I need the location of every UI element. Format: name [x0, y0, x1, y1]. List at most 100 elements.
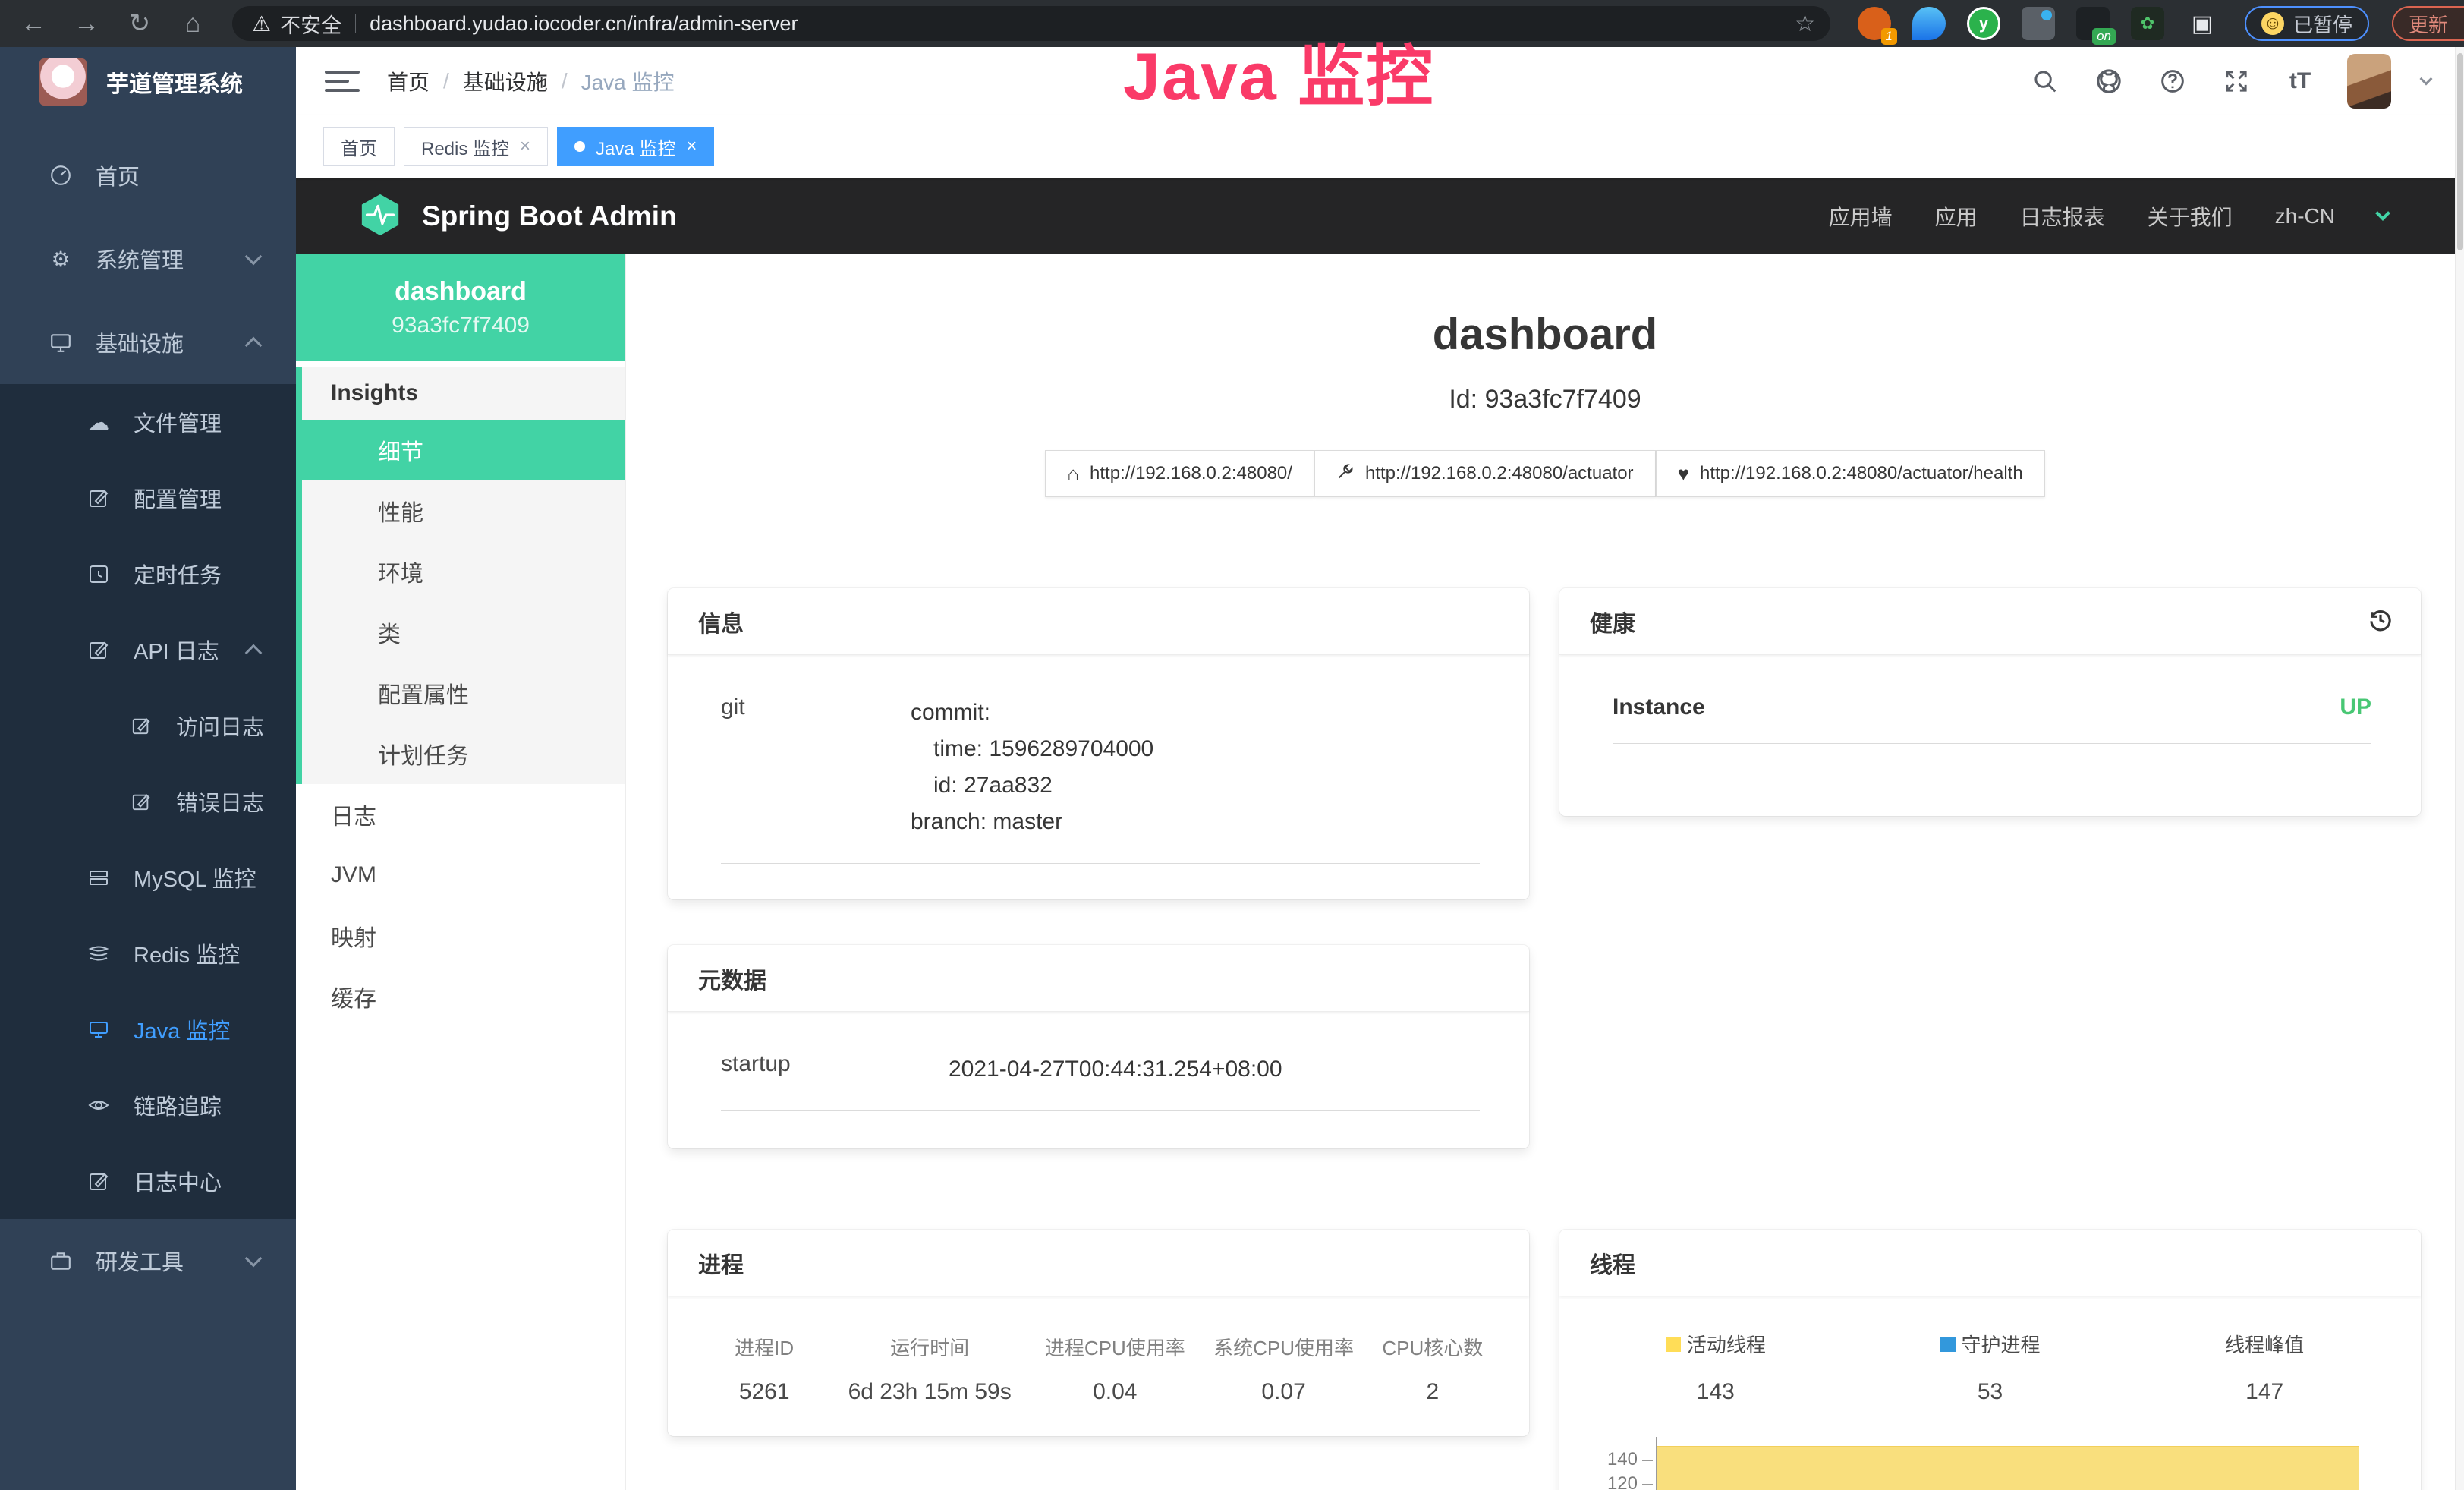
sidebar-item-log-center[interactable]: 日志中心 — [0, 1143, 296, 1219]
sidebar-item-trace[interactable]: 链路追踪 — [0, 1067, 296, 1143]
sba-menu-details[interactable]: 细节 — [302, 420, 625, 480]
sba-nav-wallboard[interactable]: 应用墙 — [1829, 201, 1893, 232]
chevron-up-icon — [245, 644, 263, 662]
tab-label: Java 监控 — [596, 134, 675, 160]
sba-nav-journal[interactable]: 日志报表 — [2020, 201, 2105, 232]
column-header: 进程CPU使用率 — [1029, 1333, 1201, 1361]
sidebar-item-mysql-monitor[interactable]: MySQL 监控 — [0, 840, 296, 915]
tab-close-icon[interactable]: × — [520, 136, 530, 157]
service-url: http://192.168.0.2:48080/ — [1090, 463, 1292, 484]
address-bar[interactable]: ⚠ 不安全 dashboard.yudao.iocoder.cn/infra/a… — [232, 6, 1830, 41]
bookmark-star-icon[interactable]: ☆ — [1795, 11, 1815, 37]
y-extension-icon[interactable]: y — [1967, 7, 2000, 40]
grid-extension-icon[interactable] — [2022, 7, 2055, 40]
breadcrumb-infra[interactable]: 基础设施 — [463, 66, 548, 96]
info-card: 信息 git commit: time: 1596289704000 id: 2… — [668, 588, 1529, 899]
sidebar-item-api-logs[interactable]: API 日志 — [0, 612, 296, 688]
sba-nav-about[interactable]: 关于我们 — [2148, 201, 2233, 232]
sidebar-item-config-manage[interactable]: 配置管理 — [0, 460, 296, 536]
history-icon[interactable] — [2368, 606, 2393, 636]
github-icon[interactable] — [2092, 65, 2126, 98]
gauge-icon — [47, 164, 74, 187]
browser-home-icon[interactable]: ⌂ — [173, 5, 212, 42]
browser-menu-kebab-icon[interactable]: ⋮ — [2459, 11, 2464, 37]
scrollbar-thumb[interactable] — [2457, 53, 2463, 250]
sba-instance-block[interactable]: dashboard 93a3fc7f7409 — [296, 254, 625, 361]
card-title: 元数据 — [698, 962, 766, 995]
sba-menu-metrics[interactable]: 性能 — [302, 480, 625, 541]
tab-java-monitor[interactable]: Java 监控 × — [557, 127, 714, 166]
url-text[interactable]: dashboard.yudao.iocoder.cn/infra/admin-s… — [370, 12, 798, 36]
browser-reload-icon[interactable]: ↻ — [120, 5, 159, 42]
not-secure-warning-icon: ⚠ — [252, 11, 271, 36]
spring-boot-admin-logo-icon — [358, 193, 402, 241]
extension-icon[interactable]: 1 — [1858, 7, 1891, 40]
update-browser-button[interactable]: 更新 ⋮ — [2392, 6, 2464, 41]
sidebar-item-home[interactable]: 首页 — [0, 134, 296, 217]
tab-close-icon[interactable]: × — [686, 136, 697, 157]
paused-pill[interactable]: ☺ 已暂停 — [2245, 6, 2369, 41]
health-url-chip[interactable]: ♥ http://192.168.0.2:48080/actuator/heal… — [1656, 450, 2045, 497]
startup-row: startup 2021-04-27T00:44:31.254+08:00 — [721, 1051, 1480, 1111]
sidebar-item-redis-monitor[interactable]: Redis 监控 — [0, 915, 296, 991]
sidebar-item-dev-tools[interactable]: 研发工具 — [0, 1219, 296, 1303]
sba-menu-classes[interactable]: 类 — [302, 602, 625, 663]
sidebar-item-system[interactable]: ⚙ 系统管理 — [0, 217, 296, 301]
sba-menu-environment[interactable]: 环境 — [302, 541, 625, 602]
extensions-puzzle-icon[interactable]: ▣ — [2186, 7, 2219, 40]
sidebar-item-label: 日志中心 — [134, 1165, 222, 1197]
y-axis-tick-mark — [1642, 1484, 1653, 1485]
locale-caret-icon[interactable] — [2375, 206, 2390, 221]
font-size-icon[interactable]: tT — [2283, 65, 2317, 98]
page-scrollbar[interactable] — [2455, 47, 2464, 1490]
switch-extension-icon[interactable]: on — [2076, 7, 2110, 40]
service-url-chip[interactable]: ⌂ http://192.168.0.2:48080/ — [1045, 450, 1314, 497]
sidebar-item-file-manage[interactable]: ☁ 文件管理 — [0, 384, 296, 460]
sidebar-item-label: 系统管理 — [96, 243, 184, 275]
extensions-row: 1 y on ✿ ▣ — [1858, 7, 2219, 40]
sba-brand-title: Spring Boot Admin — [422, 200, 677, 232]
browser-forward-icon[interactable]: → — [67, 5, 106, 42]
sba-menu-config-props[interactable]: 配置属性 — [302, 663, 625, 723]
sba-menu-mappings[interactable]: 映射 — [296, 906, 625, 966]
leaf-extension-icon[interactable]: ✿ — [2131, 7, 2164, 40]
sidebar-item-java-monitor[interactable]: Java 监控 — [0, 991, 296, 1067]
sidebar-item-access-logs[interactable]: 访问日志 — [0, 688, 296, 764]
annotation-text: Java 监控 — [1123, 23, 1434, 119]
sidebar-item-label: MySQL 监控 — [134, 862, 256, 893]
y-axis-tick: 140 — [1578, 1449, 1638, 1470]
server-icon — [85, 867, 112, 888]
breadcrumb-home[interactable]: 首页 — [387, 66, 430, 96]
sba-menu-scheduled-tasks[interactable]: 计划任务 — [302, 723, 625, 784]
sidebar-item-error-logs[interactable]: 错误日志 — [0, 764, 296, 840]
update-label: 更新 — [2409, 10, 2448, 38]
sba-menu-caches[interactable]: 缓存 — [296, 966, 625, 1027]
fullscreen-icon[interactable] — [2220, 65, 2253, 98]
sba-nav-applications[interactable]: 应用 — [1935, 201, 1978, 232]
app-title: 芋道管理系统 — [106, 65, 243, 99]
sidebar-toggle-icon[interactable] — [325, 66, 360, 96]
search-icon[interactable] — [2028, 65, 2062, 98]
actuator-url-chip[interactable]: http://192.168.0.2:48080/actuator — [1314, 450, 1656, 497]
status-badge: UP — [2340, 695, 2371, 720]
health-instance-row[interactable]: Instance UP — [1613, 695, 2371, 744]
user-avatar[interactable] — [2347, 54, 2391, 109]
system-cpu-value: 0.07 — [1201, 1379, 1367, 1405]
user-menu-caret-icon[interactable] — [2420, 73, 2433, 86]
help-icon[interactable] — [2156, 65, 2189, 98]
pin-extension-icon[interactable] — [1912, 7, 1946, 40]
sba-locale-select[interactable]: zh-CN — [2275, 204, 2335, 228]
y-axis-tick-mark — [1642, 1460, 1653, 1461]
timer-icon — [85, 563, 112, 584]
sba-menu-jvm[interactable]: JVM — [296, 845, 625, 906]
browser-back-icon[interactable]: ← — [14, 5, 53, 42]
smiley-emoji-icon: ☺ — [2261, 12, 2284, 35]
sidebar-item-infra[interactable]: 基础设施 — [0, 301, 296, 384]
tab-redis-monitor[interactable]: Redis 监控 × — [404, 127, 548, 166]
threads-card-header: 线程 — [1559, 1230, 2421, 1296]
sidebar-item-label: 文件管理 — [134, 406, 222, 438]
sidebar-item-scheduled-jobs[interactable]: 定时任务 — [0, 536, 296, 612]
tab-home[interactable]: 首页 — [323, 127, 395, 166]
sba-menu-logs[interactable]: 日志 — [296, 784, 625, 845]
insights-section-label: Insights — [302, 367, 625, 420]
